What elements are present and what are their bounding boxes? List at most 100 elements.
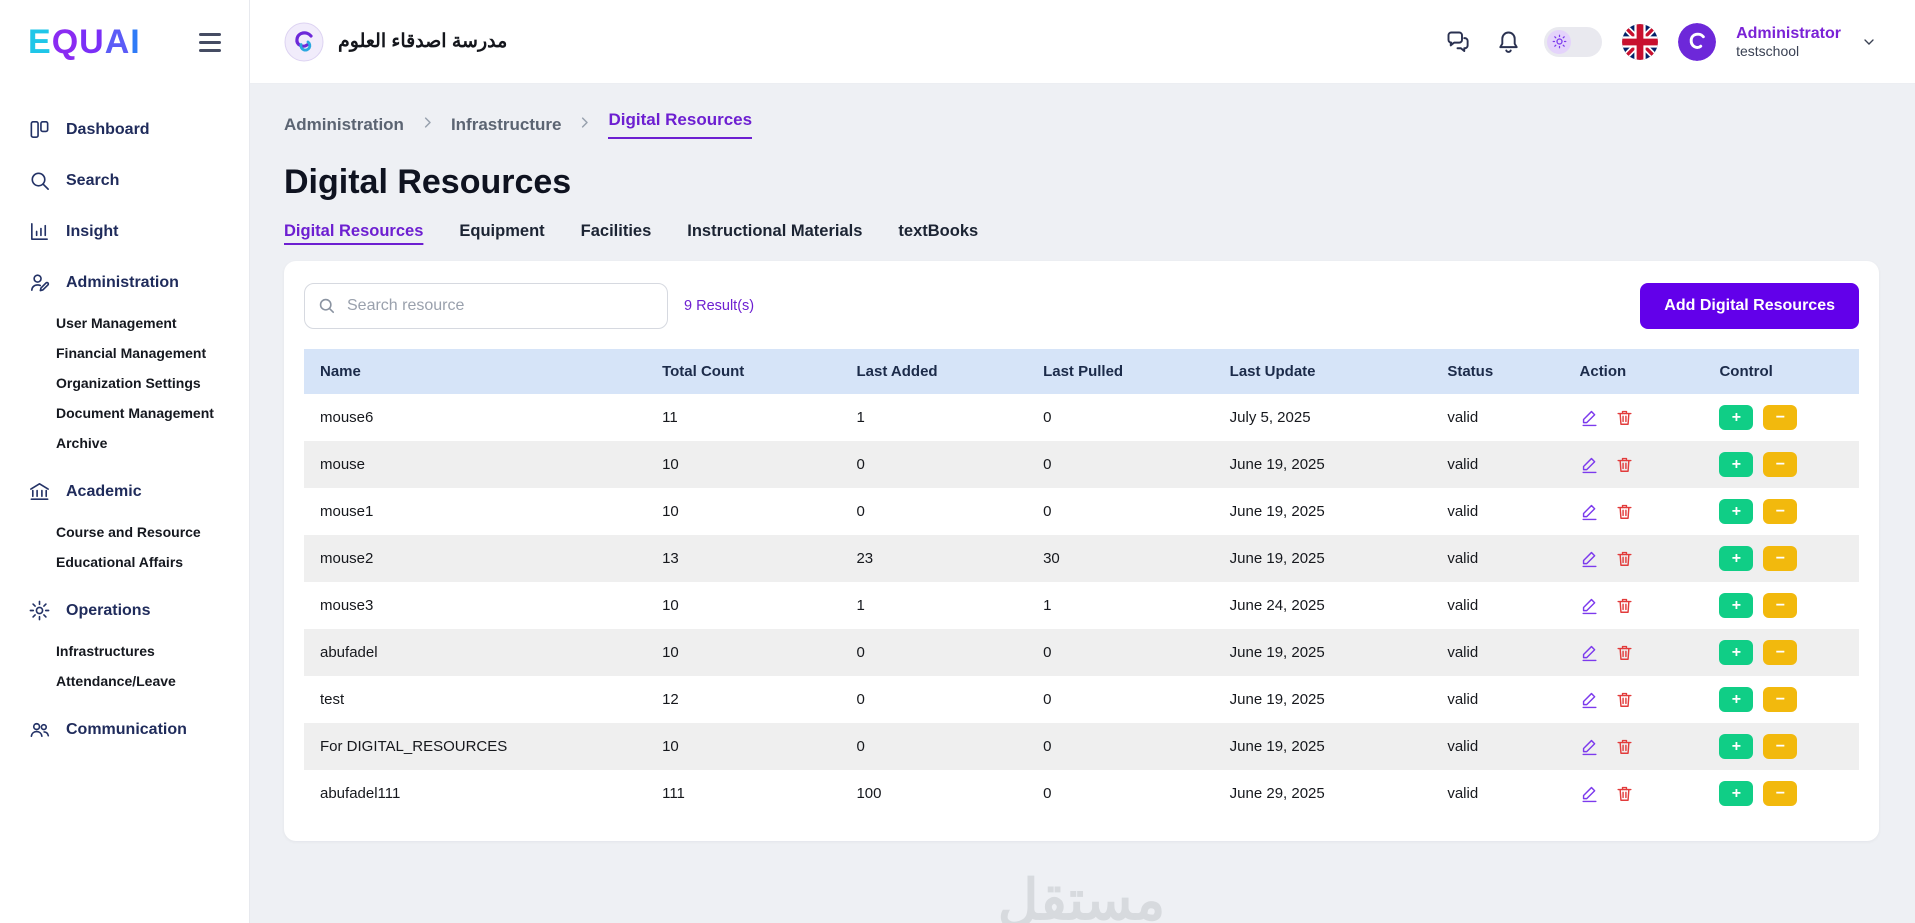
sidebar-item-infrastructures[interactable]: Infrastructures [56, 636, 249, 666]
resources-card: 9 Result(s) Add Digital Resources Name T… [284, 261, 1879, 841]
trash-icon [1615, 690, 1634, 709]
sidebar-item-attendance-leave[interactable]: Attendance/Leave [56, 666, 249, 696]
breadcrumb-infrastructure[interactable]: Infrastructure [451, 115, 562, 135]
sidebar-item-administration[interactable]: Administration [0, 257, 249, 308]
delete-button[interactable] [1615, 596, 1634, 615]
edit-button[interactable] [1580, 502, 1599, 521]
sidebar-item-operations[interactable]: Operations [0, 585, 249, 636]
menu-toggle-button[interactable] [195, 29, 225, 56]
delete-button[interactable] [1615, 549, 1634, 568]
delete-button[interactable] [1615, 690, 1634, 709]
tab-instructional-materials[interactable]: Instructional Materials [687, 222, 862, 241]
cell-name: For DIGITAL_RESOURCES [304, 723, 646, 770]
decrement-button[interactable]: − [1763, 734, 1797, 759]
decrement-button[interactable]: − [1763, 593, 1797, 618]
cell-last-update: June 24, 2025 [1214, 582, 1432, 629]
resource-table-head: Name Total Count Last Added Last Pulled … [304, 349, 1859, 394]
tab-facilities[interactable]: Facilities [581, 222, 652, 241]
delete-button[interactable] [1615, 455, 1634, 474]
trash-icon [1615, 408, 1634, 427]
sidebar-item-dashboard[interactable]: Dashboard [0, 104, 249, 155]
sidebar-item-label: Academic [66, 483, 142, 501]
cell-total-count: 111 [646, 770, 840, 817]
delete-button[interactable] [1615, 502, 1634, 521]
delete-button[interactable] [1615, 737, 1634, 756]
sidebar-item-communication[interactable]: Communication [0, 704, 249, 755]
edit-button[interactable] [1580, 596, 1599, 615]
cell-action [1564, 535, 1704, 582]
add-digital-resources-button[interactable]: Add Digital Resources [1640, 283, 1859, 329]
sidebar-item-course-and-resource[interactable]: Course and Resource [56, 517, 249, 547]
cell-last-update: June 19, 2025 [1214, 629, 1432, 676]
edit-button[interactable] [1580, 408, 1599, 427]
breadcrumb-digital-resources[interactable]: Digital Resources [608, 110, 752, 139]
tab-digital-resources[interactable]: Digital Resources [284, 222, 423, 241]
decrement-button[interactable]: − [1763, 781, 1797, 806]
delete-button[interactable] [1615, 408, 1634, 427]
gear-icon [28, 599, 51, 622]
cell-status: valid [1431, 582, 1563, 629]
logo-letter: A [105, 23, 131, 61]
increment-button[interactable]: + [1719, 499, 1753, 524]
sidebar-item-organization-settings[interactable]: Organization Settings [56, 368, 249, 398]
delete-button[interactable] [1615, 784, 1634, 803]
edit-button[interactable] [1580, 690, 1599, 709]
user-menu[interactable]: Administrator testschool [1736, 24, 1841, 60]
sidebar-item-academic[interactable]: Academic [0, 466, 249, 517]
theme-toggle[interactable] [1544, 27, 1602, 57]
breadcrumb-administration[interactable]: Administration [284, 115, 404, 135]
edit-button[interactable] [1580, 455, 1599, 474]
increment-button[interactable]: + [1719, 593, 1753, 618]
user-menu-chevron[interactable] [1861, 34, 1877, 50]
column-header-action: Action [1564, 349, 1704, 394]
increment-button[interactable]: + [1719, 452, 1753, 477]
cell-name: mouse3 [304, 582, 646, 629]
edit-button[interactable] [1580, 737, 1599, 756]
decrement-button[interactable]: − [1763, 546, 1797, 571]
language-selector[interactable] [1622, 24, 1658, 60]
column-header-status: Status [1431, 349, 1563, 394]
sidebar-item-archive[interactable]: Archive [56, 428, 249, 458]
increment-button[interactable]: + [1719, 734, 1753, 759]
search-input[interactable] [304, 283, 668, 329]
sidebar-item-document-management[interactable]: Document Management [56, 398, 249, 428]
trash-icon [1615, 549, 1634, 568]
edit-button[interactable] [1580, 784, 1599, 803]
tab-textbooks[interactable]: textBooks [898, 222, 978, 241]
cell-name: abufadel [304, 629, 646, 676]
decrement-button[interactable]: − [1763, 405, 1797, 430]
chevron-right-icon [420, 115, 435, 130]
pencil-icon [1580, 408, 1599, 427]
decrement-button[interactable]: − [1763, 640, 1797, 665]
decrement-button[interactable]: − [1763, 687, 1797, 712]
notifications-button[interactable] [1493, 26, 1524, 57]
increment-button[interactable]: + [1719, 640, 1753, 665]
sidebar-item-search[interactable]: Search [0, 155, 249, 206]
sidebar-item-financial-management[interactable]: Financial Management [56, 338, 249, 368]
edit-button[interactable] [1580, 643, 1599, 662]
logo-letter: Q [52, 23, 79, 61]
decrement-button[interactable]: − [1763, 499, 1797, 524]
cell-total-count: 10 [646, 629, 840, 676]
bell-icon [1495, 28, 1522, 55]
sidebar-item-label: Search [66, 172, 119, 190]
delete-button[interactable] [1615, 643, 1634, 662]
increment-button[interactable]: + [1719, 781, 1753, 806]
trash-icon [1615, 737, 1634, 756]
sidebar-item-insight[interactable]: Insight [0, 206, 249, 257]
pencil-icon [1580, 549, 1599, 568]
sidebar-item-user-management[interactable]: User Management [56, 308, 249, 338]
increment-button[interactable]: + [1719, 546, 1753, 571]
cell-total-count: 13 [646, 535, 840, 582]
page-content: Administration Infrastructure Digital Re… [250, 84, 1915, 923]
edit-button[interactable] [1580, 549, 1599, 568]
user-avatar[interactable] [1678, 23, 1716, 61]
increment-button[interactable]: + [1719, 687, 1753, 712]
cell-last-pulled: 0 [1027, 770, 1214, 817]
chat-button[interactable] [1442, 26, 1473, 57]
sidebar-item-educational-affairs[interactable]: Educational Affairs [56, 547, 249, 577]
cell-last-pulled: 0 [1027, 488, 1214, 535]
tab-equipment[interactable]: Equipment [459, 222, 544, 241]
increment-button[interactable]: + [1719, 405, 1753, 430]
decrement-button[interactable]: − [1763, 452, 1797, 477]
